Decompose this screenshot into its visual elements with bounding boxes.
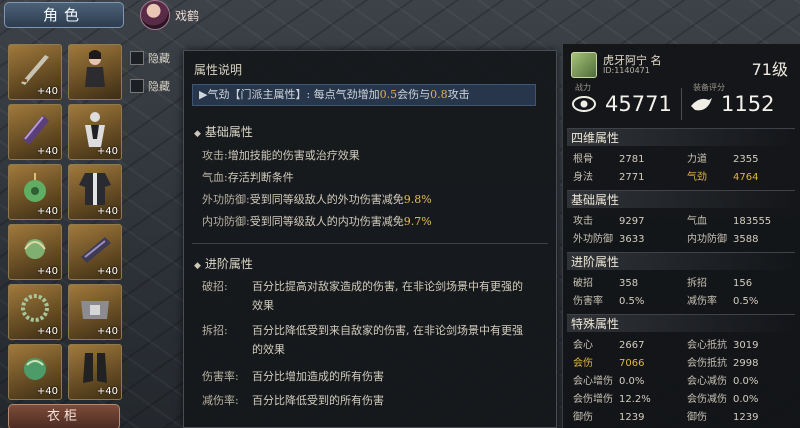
- jade-pendant-icon: [24, 173, 46, 202]
- enhance-level: +40: [96, 206, 118, 217]
- green-orb-icon: [24, 358, 46, 380]
- score-value: 1152: [721, 92, 775, 116]
- scroll-icon: [23, 115, 49, 145]
- advanced-attributes-heading: 进阶属性: [194, 255, 253, 272]
- stat-crit-damage-resist: 会伤抵抗 2998: [687, 358, 759, 369]
- attribute-tooltip: 属性说明 ▶气劲【门派主属性】: 每点气劲增加0.5会伤与0.8攻击 基础属性 …: [183, 50, 557, 428]
- enhance-level: +40: [36, 386, 58, 397]
- equip-slot-ring[interactable]: +40: [8, 164, 62, 220]
- adv-row-damage-rate: 伤害率: 百分比增加造成的所有伤害: [202, 370, 384, 383]
- bracer-icon: [81, 237, 111, 263]
- enhance-level: +40: [36, 86, 58, 97]
- map-icon[interactable]: [571, 52, 597, 78]
- power-value: 45771: [605, 92, 672, 116]
- stat-external-def: 外功防御 3633: [573, 234, 645, 245]
- stat-gengu: 根骨 2781: [573, 154, 645, 165]
- stat-crit: 会心 2667: [573, 340, 645, 351]
- character-tab[interactable]: 角色: [4, 2, 124, 28]
- enhance-level: +40: [96, 146, 118, 157]
- divider: [681, 88, 682, 120]
- stat-damage-rate: 伤害率 0.5%: [573, 296, 645, 307]
- equipment-score[interactable]: 装备评分 1152: [689, 83, 775, 124]
- score-label: 装备评分: [693, 83, 725, 92]
- bird-icon: [691, 98, 712, 111]
- enhance-level: +40: [36, 206, 58, 217]
- figure-icon: [85, 112, 105, 147]
- player-stats-panel: 虎牙阿宁 名 ID:1140471 71级 战力 45771 装备评分 1152…: [562, 44, 800, 428]
- stat-yushang: 御伤 1239: [573, 412, 645, 423]
- equip-slot-character[interactable]: [68, 44, 122, 100]
- adv-row-pozhao: 破招: 百分比提高对敌家造成的伤害, 在非论剑场景中有更强的效果: [202, 280, 523, 312]
- stat-crit-resist: 会心抵抗 3019: [687, 340, 759, 351]
- bead-bracelet-icon: [21, 294, 49, 322]
- player-level: 71级: [751, 60, 788, 79]
- stat-pozhao: 破招 358: [573, 278, 639, 289]
- stat-crit-reduction: 会心减伤 0.0%: [687, 376, 759, 387]
- stat-crit-damage-bonus: 会伤增伤 12.2%: [573, 394, 651, 405]
- stat-internal-def: 内功防御 3588: [687, 234, 759, 245]
- toggle-label: 隐藏: [148, 80, 170, 93]
- section-special-stats: 特殊属性: [567, 314, 795, 332]
- main-attribute-note: ▶气劲【门派主属性】: 每点气劲增加0.5会伤与0.8攻击: [192, 84, 536, 106]
- belt-icon: [81, 301, 109, 319]
- equip-slot-necklace[interactable]: +40: [8, 224, 62, 280]
- section-advanced-stats: 进阶属性: [567, 252, 795, 270]
- equip-slot-boots[interactable]: +40: [68, 344, 122, 400]
- adv-row-chaizhao: 拆招: 百分比降低受到来自敌家的伤害, 在非论剑场景中有更强的效果: [202, 324, 523, 356]
- tooltip-title: 属性说明: [194, 63, 243, 77]
- equip-slot-accessory[interactable]: +40: [8, 284, 62, 340]
- avatar[interactable]: [140, 0, 170, 30]
- stat-yushang-2: 御伤 1239: [687, 412, 759, 423]
- stat-crit-damage-reduction: 会伤减伤 0.0%: [687, 394, 759, 405]
- stat-chaizhao: 拆招 156: [687, 278, 753, 289]
- basic-row-external-def: 外功防御:受到同等级敌人的外功伤害减免9.8%: [202, 193, 432, 206]
- stat-shenfa: 身法 2771: [573, 172, 645, 183]
- basic-row-hp: 气血:存活判断条件: [202, 171, 294, 184]
- stat-qijin: 气劲 4764: [687, 172, 759, 183]
- eye-icon: [572, 96, 596, 112]
- robe-icon: [79, 173, 111, 205]
- stat-reduction-rate: 减伤率 0.5%: [687, 296, 759, 307]
- section-basic-stats: 基础属性: [567, 190, 795, 208]
- boots-icon: [83, 353, 107, 383]
- stat-hp: 气血 183555: [687, 216, 772, 227]
- equip-slot-weapon[interactable]: +40: [8, 44, 62, 100]
- adv-row-reduction-rate: 减伤率: 百分比降低受到的所有伤害: [202, 394, 384, 407]
- wardrobe-button[interactable]: 衣柜: [8, 404, 120, 428]
- equip-slot-belt[interactable]: +40: [68, 284, 122, 340]
- nickname: 戏鹤: [175, 9, 200, 23]
- hide-toggle-1[interactable]: 隐藏: [130, 50, 170, 66]
- equip-slot-head[interactable]: +40: [68, 104, 122, 160]
- checkbox[interactable]: [130, 79, 144, 93]
- enhance-level: +40: [36, 266, 58, 277]
- section-four-stats: 四维属性: [567, 128, 795, 146]
- character-portrait-icon: [85, 50, 105, 87]
- enhance-level: +40: [36, 146, 58, 157]
- enhance-level: +40: [96, 386, 118, 397]
- divider: [192, 243, 548, 244]
- equipment-grid: +40 +40 +40 +40 +40 +40 +40 +40 +40 +40: [8, 44, 123, 400]
- stat-crit-bonus: 会心增伤 0.0%: [573, 376, 645, 387]
- basic-row-internal-def: 内功防御:受到同等级敌人的内功伤害减免9.7%: [202, 215, 432, 228]
- combat-power[interactable]: 战力 45771: [571, 83, 672, 124]
- basic-row-attack: 攻击:增加技能的伤害或治疗效果: [202, 149, 360, 162]
- basic-attributes-heading: 基础属性: [194, 123, 253, 140]
- amulet-icon: [24, 239, 46, 259]
- equip-slot-wrist[interactable]: +40: [68, 224, 122, 280]
- hide-toggle-2[interactable]: 隐藏: [130, 78, 170, 94]
- equip-slot-body[interactable]: +40: [68, 164, 122, 220]
- equip-slot-offhand[interactable]: +40: [8, 104, 62, 160]
- player-id: ID:1140471: [603, 66, 650, 75]
- stat-attack: 攻击 9297: [573, 216, 645, 227]
- checkbox[interactable]: [130, 51, 144, 65]
- stat-lidao: 力道 2355: [687, 154, 759, 165]
- enhance-level: +40: [36, 326, 58, 337]
- power-label: 战力: [575, 83, 591, 92]
- stat-crit-damage: 会伤 7066: [573, 358, 645, 369]
- sword-icon: [18, 55, 49, 85]
- toggle-label: 隐藏: [148, 52, 170, 65]
- enhance-level: +40: [96, 326, 118, 337]
- enhance-level: +40: [96, 266, 118, 277]
- equip-slot-charm[interactable]: +40: [8, 344, 62, 400]
